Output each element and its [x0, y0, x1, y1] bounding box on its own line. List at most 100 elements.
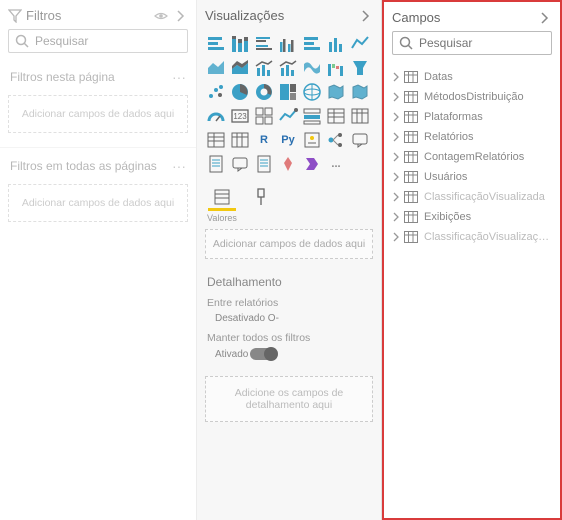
qa-icon[interactable] [229, 153, 251, 175]
field-table-name: MétodosDistribuição [424, 91, 524, 103]
table-icon [404, 231, 418, 243]
treemap-icon[interactable] [277, 81, 299, 103]
shape-map-icon[interactable] [349, 81, 371, 103]
slicer-icon[interactable] [301, 105, 323, 127]
table-icon [404, 111, 418, 123]
fields-search[interactable] [392, 31, 552, 55]
field-table-row[interactable]: Datas [388, 67, 556, 87]
stacked-bar-h-icon[interactable] [205, 33, 227, 55]
field-table-row[interactable]: Relatórios [388, 127, 556, 147]
scatter-icon[interactable] [205, 81, 227, 103]
keep-filters-toggle[interactable] [250, 348, 276, 360]
map-icon[interactable] [301, 81, 323, 103]
chevron-right-icon [392, 212, 402, 222]
combo-line-clustered-icon[interactable] [277, 57, 299, 79]
filters-page-dropzone[interactable]: Adicionar campos de dados aqui [8, 95, 188, 133]
paginated-icon[interactable] [205, 153, 227, 175]
chevron-right-icon [392, 152, 402, 162]
python-visual-icon[interactable]: Py [277, 129, 299, 151]
bar-100-icon[interactable] [325, 33, 347, 55]
table-viz-icon[interactable] [205, 129, 227, 151]
qa-visual-icon[interactable] [349, 129, 371, 151]
filters-page-section: Filtros nesta página ··· [0, 63, 196, 91]
table-icon [404, 91, 418, 103]
r-visual-icon[interactable]: R [253, 129, 275, 151]
powerapps-icon[interactable] [301, 153, 323, 175]
collapse-icon[interactable] [174, 9, 188, 23]
matrix-icon[interactable] [349, 105, 371, 127]
collapse-icon[interactable] [359, 9, 373, 23]
field-table-row[interactable]: MétodosDistribuição [388, 87, 556, 107]
field-table-row[interactable]: Plataformas [388, 107, 556, 127]
table-icon[interactable] [325, 105, 347, 127]
kpi-icon[interactable] [277, 105, 299, 127]
filters-header: Filtros [0, 0, 196, 29]
keep-filters-toggle-row: Ativado [207, 348, 371, 360]
fields-header: Campos [384, 2, 560, 31]
matrix-viz-icon[interactable] [229, 129, 251, 151]
stacked-bar-icon[interactable] [229, 33, 251, 55]
table-icon [404, 71, 418, 83]
more-visuals-icon[interactable]: ... [325, 153, 347, 175]
area-icon[interactable] [205, 57, 227, 79]
field-table-name: ClassificaçãoVisualizada [424, 191, 545, 203]
search-icon [15, 34, 29, 48]
combo-line-bar-icon[interactable] [253, 57, 275, 79]
values-dropzone[interactable]: Adicionar campos de dados aqui [205, 229, 373, 259]
field-table-row[interactable]: Usuários [388, 167, 556, 187]
bar-100-h-icon[interactable] [301, 33, 323, 55]
more-icon[interactable]: ··· [172, 158, 186, 174]
chevron-right-icon [392, 172, 402, 182]
viz-header: Visualizações [197, 0, 381, 29]
format-tab[interactable] [249, 187, 273, 223]
filters-all-dropzone[interactable]: Adicionar campos de dados aqui [8, 184, 188, 222]
field-table-name: Exibições [424, 211, 471, 223]
drillthrough-section: Detalhamento Entre relatórios Desativado… [197, 269, 381, 372]
table-icon [404, 211, 418, 223]
line-icon[interactable] [349, 33, 371, 55]
decomp-tree-icon[interactable] [325, 129, 347, 151]
card-icon[interactable] [229, 105, 251, 127]
smart-narrative-icon[interactable] [253, 153, 275, 175]
search-icon [399, 36, 413, 50]
ribbon-icon[interactable] [301, 57, 323, 79]
chevron-right-icon [392, 132, 402, 142]
filters-search-input[interactable] [35, 34, 190, 48]
fields-search-input[interactable] [419, 36, 562, 50]
chevron-right-icon [392, 72, 402, 82]
filled-map-icon[interactable] [325, 81, 347, 103]
field-table-name: Plataformas [424, 111, 483, 123]
funnel-icon[interactable] [349, 57, 371, 79]
field-table-row[interactable]: ClassificaçãoVisualizações [388, 227, 556, 247]
format-icon [249, 187, 273, 207]
table-icon [404, 171, 418, 183]
gauge-icon[interactable] [205, 105, 227, 127]
viz-title: Visualizações [205, 8, 353, 23]
clustered-bar-icon[interactable] [277, 33, 299, 55]
field-table-row[interactable]: ClassificaçãoVisualizada [388, 187, 556, 207]
pie-icon[interactable] [229, 81, 251, 103]
cross-report-toggle-row: Desativado O- [207, 313, 371, 324]
waterfall-icon[interactable] [325, 57, 347, 79]
stacked-area-icon[interactable] [229, 57, 251, 79]
table-icon [404, 191, 418, 203]
arcgis-icon[interactable] [277, 153, 299, 175]
eye-icon[interactable] [154, 11, 168, 21]
collapse-icon[interactable] [538, 11, 552, 25]
filters-title: Filtros [26, 8, 148, 23]
filters-search[interactable] [8, 29, 188, 53]
multi-card-icon[interactable] [253, 105, 275, 127]
chevron-right-icon [392, 192, 402, 202]
field-table-row[interactable]: ContagemRelatórios [388, 147, 556, 167]
fields-well-tab[interactable]: Valores [207, 187, 237, 223]
field-table-name: Usuários [424, 171, 467, 183]
chevron-right-icon [392, 232, 402, 242]
donut-icon[interactable] [253, 81, 275, 103]
field-table-name: Relatórios [424, 131, 474, 143]
field-table-row[interactable]: Exibições [388, 207, 556, 227]
more-icon[interactable]: ··· [172, 69, 186, 85]
clustered-bar-h-icon[interactable] [253, 33, 275, 55]
drillthrough-dropzone[interactable]: Adicione os campos de detalhamento aqui [205, 376, 373, 422]
fields-pane: Campos Datas MétodosDistribuição Plataform… [382, 0, 562, 520]
key-influencers-icon[interactable] [301, 129, 323, 151]
